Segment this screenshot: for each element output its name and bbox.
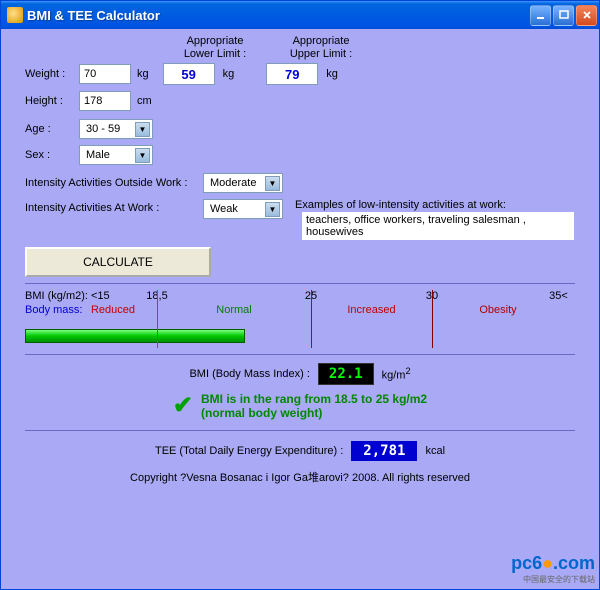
height-unit: cm [137, 95, 152, 107]
iaow-value: Moderate [210, 177, 265, 189]
examples-text: teachers, office workers, traveling sale… [301, 211, 575, 241]
sex-value: Male [86, 149, 135, 161]
bmi-label: BMI (Body Mass Index) : [189, 368, 309, 380]
titlebar: BMI & TEE Calculator [1, 1, 599, 29]
bmi-unit: kg/m2 [382, 366, 411, 382]
chevron-down-icon: ▼ [265, 176, 280, 191]
chevron-down-icon: ▼ [135, 148, 150, 163]
age-select[interactable]: 30 - 59 ▼ [79, 119, 153, 139]
bmi-value: 22.1 [318, 363, 374, 385]
cap-normal: Normal [216, 304, 251, 316]
bmi-scale: BMI (kg/m2): <15 18,5 25 30 35< Body mas… [25, 290, 575, 324]
cap-increased: Increased [347, 304, 395, 316]
iaow-label: Intensity Activities Outside Work : [25, 177, 197, 189]
threshold-25 [311, 290, 312, 348]
iaw-value: Weak [210, 203, 265, 215]
divider [25, 354, 575, 355]
age-label: Age : [25, 123, 73, 135]
limits-header: Appropriate Lower Limit : Appropriate Up… [177, 35, 575, 61]
sex-label: Sex : [25, 149, 73, 161]
divider [25, 430, 575, 431]
threshold-30 [432, 290, 433, 348]
divider [25, 283, 575, 284]
cap-reduced: Reduced [91, 304, 135, 316]
app-window: BMI & TEE Calculator Appropriate Lower L… [0, 0, 600, 590]
chevron-down-icon: ▼ [265, 202, 280, 217]
threshold-185 [157, 290, 158, 348]
copyright: Copyright ?Vesna Bosanac i Igor Ga堆arovi… [25, 469, 575, 485]
weight-input[interactable] [79, 64, 131, 84]
bmi-bar [25, 326, 575, 346]
minimize-button[interactable] [530, 5, 551, 26]
app-icon [7, 7, 23, 23]
upper-limit-label: Appropriate Upper Limit : [283, 35, 359, 61]
checkmark-icon: ✔ [173, 391, 193, 420]
bmi-msg-2: (normal body weight) [201, 406, 427, 420]
tee-unit: kcal [425, 445, 445, 457]
calculate-button[interactable]: CALCULATE [25, 247, 211, 277]
bmi-msg-1: BMI is in the rang from 18.5 to 25 kg/m2 [201, 392, 427, 406]
cap-obesity: Obesity [479, 304, 516, 316]
iaw-label: Intensity Activities At Work : [25, 199, 197, 214]
weight-unit: kg [137, 68, 149, 80]
tick-35: 35< [549, 290, 568, 302]
window-title: BMI & TEE Calculator [27, 8, 530, 23]
weight-label: Weight : [25, 68, 73, 80]
close-button[interactable] [576, 5, 597, 26]
upper-limit-unit: kg [326, 68, 338, 80]
age-value: 30 - 59 [86, 123, 135, 135]
chevron-down-icon: ▼ [135, 122, 150, 137]
bmi-status-message: ✔ BMI is in the rang from 18.5 to 25 kg/… [25, 391, 575, 420]
content-area: Appropriate Lower Limit : Appropriate Up… [1, 29, 599, 589]
sex-select[interactable]: Male ▼ [79, 145, 153, 165]
window-controls [530, 5, 597, 26]
bmi-indicator [25, 329, 245, 343]
height-input[interactable] [79, 91, 131, 111]
upper-limit-value: 79 [266, 63, 318, 85]
lower-limit-value: 59 [163, 63, 215, 85]
tee-value: 2,781 [351, 441, 417, 461]
tee-label: TEE (Total Daily Energy Expenditure) : [155, 445, 343, 457]
iaow-select[interactable]: Moderate ▼ [203, 173, 283, 193]
watermark: pc6●.com 中国最安全的下载站 [511, 553, 595, 585]
scale-header: BMI (kg/m2): <15 [25, 290, 110, 302]
lower-limit-label: Appropriate Lower Limit : [177, 35, 253, 61]
body-mass-label: Body mass: [25, 304, 82, 316]
maximize-button[interactable] [553, 5, 574, 26]
lower-limit-unit: kg [223, 68, 235, 80]
iaw-select[interactable]: Weak ▼ [203, 199, 283, 219]
height-label: Height : [25, 95, 73, 107]
examples-label: Examples of low-intensity activities at … [295, 199, 575, 211]
